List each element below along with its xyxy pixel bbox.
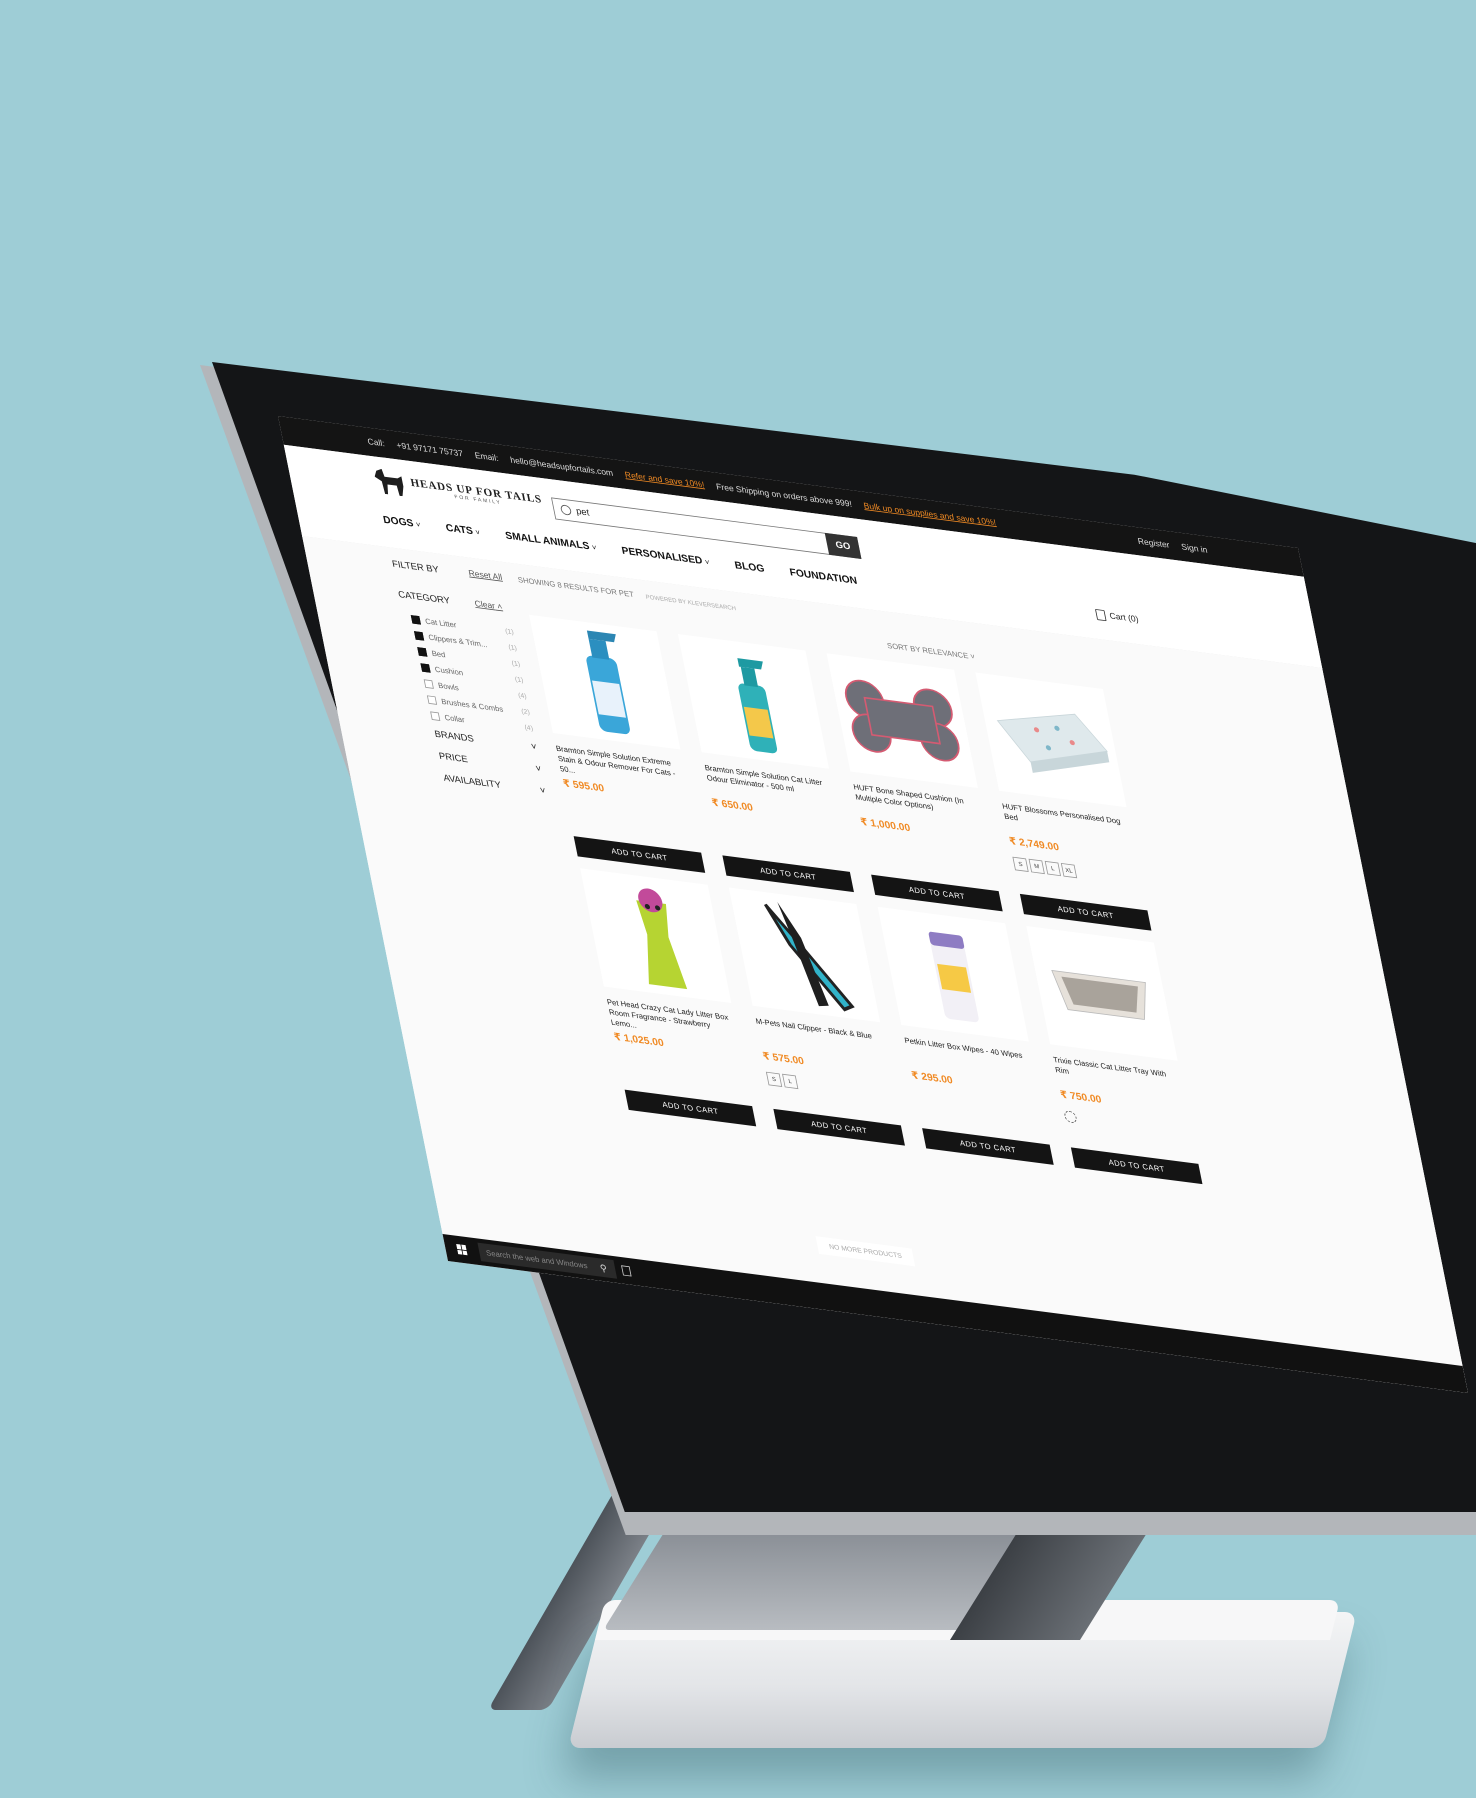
add-to-cart-button[interactable]: ADD TO CART: [871, 874, 1003, 912]
size-option[interactable]: S: [1012, 856, 1029, 872]
fragrance-bottle-icon: [636, 888, 688, 990]
checkbox[interactable]: [423, 678, 434, 689]
checkbox[interactable]: [420, 662, 431, 673]
nail-clipper-icon: [763, 901, 855, 1012]
website-screen: Call: +91 97171 75737 Email: hello@heads…: [278, 416, 1468, 1393]
bone-cushion-icon: [844, 679, 960, 762]
email-link[interactable]: hello@headsupfortails.com: [509, 455, 614, 478]
chevron-down-icon: ˅: [415, 520, 422, 530]
task-view-icon[interactable]: [621, 1265, 632, 1277]
nav-personalised[interactable]: PERSONALISED˅: [621, 544, 711, 567]
chevron-down-icon: ˅: [530, 741, 538, 753]
product-card[interactable]: HUFT Bone Shaped Cushion (In Multiple Co…: [826, 653, 990, 844]
chevron-down-icon: ˅: [539, 785, 547, 797]
product-card[interactable]: Bramton Simple Solution Extreme Stain & …: [529, 614, 692, 806]
color-swatch[interactable]: [1063, 1110, 1078, 1124]
litter-tray-icon: [1051, 969, 1146, 1020]
product-card[interactable]: Trixie Classic Cat Litter Tray With Rim …: [1026, 925, 1193, 1139]
size-option[interactable]: L: [1044, 860, 1062, 877]
dog-bed-icon: [996, 713, 1110, 773]
category-list: Cat Litter (1) Clippers & Trim... (1) Bed(…: [410, 611, 535, 737]
product-image[interactable]: [877, 906, 1029, 1042]
add-to-cart-button[interactable]: ADD TO CART: [773, 1108, 905, 1146]
site-logo[interactable]: HEADS UP FOR TAILS FOR FAMILY: [373, 468, 545, 515]
call-label: Call:: [366, 436, 386, 449]
register-link[interactable]: Register: [1137, 537, 1171, 550]
add-to-cart-button[interactable]: ADD TO CART: [1019, 893, 1152, 931]
nav-blog[interactable]: BLOG: [734, 559, 766, 575]
size-option[interactable]: XL: [1060, 862, 1078, 879]
cart-label: Cart (0): [1108, 611, 1140, 625]
checkbox[interactable]: [417, 646, 428, 657]
nav-small-animals[interactable]: SMALL ANIMALS˅: [504, 529, 597, 553]
spray-bottle-icon: [586, 630, 630, 735]
add-to-cart-button[interactable]: ADD TO CART: [722, 855, 854, 893]
spray-bottle-icon: [737, 658, 778, 754]
monitor-screen: Call: +91 97171 75737 Email: hello@heads…: [278, 416, 1476, 1516]
search-icon: [559, 504, 573, 516]
email-label: Email:: [473, 450, 500, 464]
availability-filter[interactable]: AVAILABLITY ˅: [443, 773, 547, 796]
chevron-down-icon: ˅: [591, 542, 598, 552]
product-card[interactable]: Pet Head Crazy Cat Lady Litter Box Room …: [580, 868, 743, 1059]
nav-dogs[interactable]: DOGS˅: [382, 513, 421, 530]
add-to-cart-button[interactable]: ADD TO CART: [922, 1128, 1054, 1165]
windows-start-icon[interactable]: [456, 1243, 468, 1256]
product-image[interactable]: [580, 868, 732, 1004]
wipes-canister-icon: [928, 931, 979, 1023]
product-card[interactable]: Bramton Simple Solution Cat Litter Odour…: [677, 633, 841, 825]
category-heading: CATEGORY: [397, 589, 451, 607]
chevron-down-icon: ˅: [704, 557, 711, 567]
size-option[interactable]: S: [765, 1071, 783, 1087]
reset-all-link[interactable]: Reset All: [468, 569, 503, 583]
dog-logo-icon: [373, 468, 407, 497]
category-clear-link[interactable]: Clear ˄: [474, 599, 504, 612]
no-more-products: NO MORE PRODUCTS: [815, 1236, 916, 1267]
product-image[interactable]: [1026, 925, 1178, 1061]
product-image[interactable]: [529, 614, 681, 750]
add-to-cart-button[interactable]: ADD TO CART: [624, 1089, 757, 1127]
sort-dropdown[interactable]: SORT BY RELEVANCE ˅: [886, 641, 975, 661]
product-image[interactable]: [975, 672, 1127, 808]
add-to-cart-button[interactable]: ADD TO CART: [1070, 1147, 1203, 1185]
refer-promo-link[interactable]: Refer and save 10%!: [624, 470, 705, 490]
product-card[interactable]: HUFT Blossoms Personalised Dog Bed ₹ 2,7…: [975, 672, 1142, 886]
add-to-cart-button[interactable]: ADD TO CART: [573, 836, 706, 873]
checkbox[interactable]: [410, 614, 421, 625]
size-option[interactable]: M: [1028, 858, 1045, 875]
filter-by-heading: FILTER BY: [391, 559, 440, 576]
product-image[interactable]: [826, 653, 978, 789]
shopping-bag-icon: [1095, 608, 1107, 622]
size-option[interactable]: L: [782, 1073, 799, 1090]
powered-by: POWERED BY KLEVERSEARCH: [645, 594, 737, 612]
product-card[interactable]: Petkin Litter Box Wipes - 40 Wipes ₹ 295…: [877, 906, 1041, 1098]
nav-foundation[interactable]: FOUNDATION: [789, 566, 859, 587]
search-go-button[interactable]: GO: [824, 532, 862, 559]
product-image[interactable]: [677, 633, 830, 769]
call-number[interactable]: +91 97171 75737: [396, 441, 464, 459]
price-filter[interactable]: PRICE ˅: [438, 751, 542, 774]
nav-cats[interactable]: CATS˅: [445, 522, 481, 538]
cart-link[interactable]: Cart (0): [1095, 608, 1140, 625]
checkbox[interactable]: [426, 694, 438, 705]
chevron-down-icon: ˅: [474, 527, 481, 537]
product-image[interactable]: [728, 887, 881, 1023]
signin-link[interactable]: Sign in: [1180, 542, 1208, 555]
chevron-down-icon: ˅: [534, 763, 543, 775]
checkbox[interactable]: [413, 630, 425, 641]
checkbox[interactable]: [430, 710, 441, 721]
product-card[interactable]: M-Pets Nail Clipper - Black & Blue ₹ 575…: [728, 887, 896, 1101]
